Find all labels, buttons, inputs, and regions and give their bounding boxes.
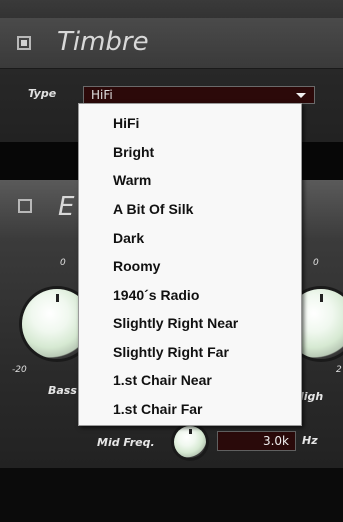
timbre-enable-checkbox[interactable] xyxy=(17,36,31,50)
eq-enable-checkbox[interactable] xyxy=(18,199,32,213)
high-max-tick: 0 xyxy=(313,258,319,268)
menu-item-bright[interactable]: Bright xyxy=(113,144,154,160)
high-label: ligh xyxy=(300,390,324,403)
bass-label: Bass xyxy=(48,384,77,397)
mid-freq-label: Mid Freq. xyxy=(97,436,155,449)
mid-freq-knob[interactable] xyxy=(174,426,206,458)
mid-freq-display[interactable]: 3.0k xyxy=(217,431,296,451)
bass-min-tick: -20 xyxy=(12,365,27,375)
type-label: Type xyxy=(28,87,57,100)
menu-item-slightly-right-far[interactable]: Slightly Right Far xyxy=(113,344,229,360)
menu-item-1940s-radio[interactable]: 1940´s Radio xyxy=(113,287,199,303)
type-select-value: HiFi xyxy=(91,88,113,102)
timbre-title: Timbre xyxy=(57,27,149,57)
menu-item-hifi[interactable]: HiFi xyxy=(113,115,139,131)
mid-freq-unit: Hz xyxy=(302,434,318,447)
menu-item-warm[interactable]: Warm xyxy=(113,172,151,188)
menu-item-slightly-right-near[interactable]: Slightly Right Near xyxy=(113,315,238,331)
mid-freq-knob-pointer xyxy=(189,429,192,434)
timbre-header: Timbre xyxy=(0,18,343,69)
type-select[interactable]: HiFi xyxy=(83,86,315,104)
high-knob-pointer xyxy=(320,294,323,302)
type-dropdown-menu: HiFi Bright Warm A Bit Of Silk Dark Room… xyxy=(78,103,302,426)
bass-max-tick: 0 xyxy=(60,258,66,268)
menu-item-1st-chair-far[interactable]: 1.st Chair Far xyxy=(113,401,202,417)
chevron-down-icon xyxy=(296,93,306,98)
menu-item-roomy[interactable]: Roomy xyxy=(113,258,160,274)
eq-title: E xyxy=(58,192,75,222)
menu-item-1st-chair-near[interactable]: 1.st Chair Near xyxy=(113,372,212,388)
bass-knob-pointer xyxy=(56,294,59,302)
menu-item-dark[interactable]: Dark xyxy=(113,230,144,246)
high-min-tick: 2 xyxy=(336,365,342,375)
menu-item-a-bit-of-silk[interactable]: A Bit Of Silk xyxy=(113,201,193,217)
